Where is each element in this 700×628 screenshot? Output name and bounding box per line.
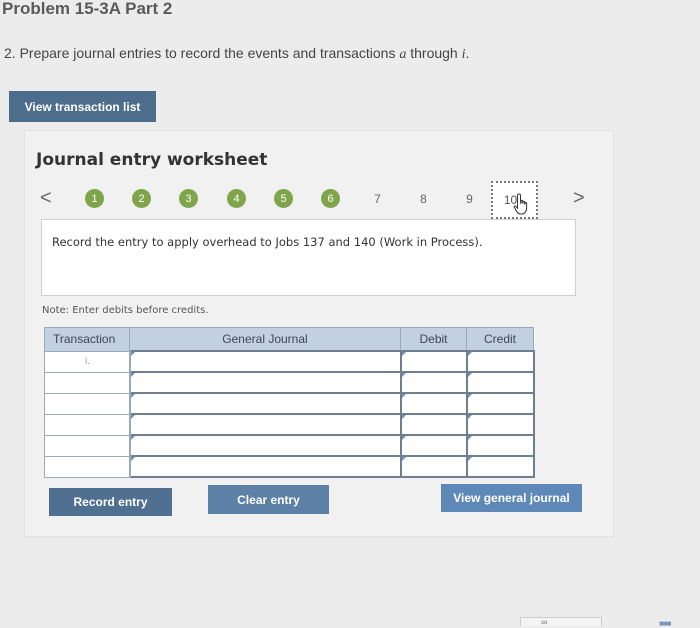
prev-arrow-icon[interactable]: <	[40, 188, 52, 208]
transaction-cell	[44, 371, 131, 394]
transaction-cell: i.	[44, 350, 131, 373]
instruction-prefix: 2. Prepare journal entries to record the…	[4, 45, 400, 61]
debit-input[interactable]	[399, 455, 468, 478]
credit-input[interactable]	[465, 413, 535, 436]
page-title: Problem 15-3A Part 2	[2, 0, 173, 18]
instruction-text: 2. Prepare journal entries to record the…	[4, 45, 469, 63]
worksheet-title: Journal entry worksheet	[36, 150, 268, 170]
step-4[interactable]: 4	[227, 189, 246, 208]
debit-input[interactable]	[399, 371, 468, 394]
step-5[interactable]: 5	[274, 189, 293, 208]
next-arrow-icon[interactable]: >	[573, 188, 585, 208]
transaction-cell	[44, 434, 131, 457]
step-1[interactable]: 1	[85, 189, 104, 208]
table-row	[44, 371, 535, 394]
debit-input[interactable]	[399, 434, 468, 457]
account-select[interactable]	[128, 392, 402, 415]
step-6[interactable]: 6	[321, 189, 340, 208]
account-select[interactable]	[128, 413, 402, 436]
table-row	[44, 413, 535, 436]
table-row	[44, 455, 535, 478]
table-row	[44, 392, 535, 415]
account-select[interactable]	[128, 434, 402, 457]
transaction-cell	[44, 392, 131, 415]
transaction-cell	[44, 455, 131, 478]
entry-description: Record the entry to apply overhead to Jo…	[52, 235, 483, 249]
debit-input[interactable]	[399, 413, 468, 436]
header-debit: Debit	[400, 327, 467, 352]
header-transaction: Transaction	[44, 327, 130, 352]
view-transaction-list-button[interactable]: View transaction list	[9, 91, 156, 122]
grid-icon[interactable]: ■■■	[659, 619, 671, 628]
debit-input[interactable]	[399, 350, 468, 373]
credit-input[interactable]	[465, 434, 535, 457]
step-7[interactable]: 7	[368, 189, 387, 208]
credit-input[interactable]	[465, 350, 535, 373]
account-select[interactable]	[128, 350, 402, 373]
header-general-journal: General Journal	[129, 327, 401, 352]
step-2[interactable]: 2	[132, 189, 151, 208]
journal-table: Transaction General Journal Debit Credit…	[44, 327, 535, 478]
transaction-cell	[44, 413, 131, 436]
view-general-journal-button[interactable]: View general journal	[441, 484, 582, 512]
credit-input[interactable]	[465, 455, 535, 478]
entry-note: Note: Enter debits before credits.	[42, 305, 209, 316]
instruction-suffix: .	[465, 45, 470, 61]
hand-pointer-icon	[513, 193, 528, 215]
journal-header-row: Transaction General Journal Debit Credit	[44, 327, 534, 352]
clear-entry-button[interactable]: Clear entry	[208, 485, 329, 514]
account-select[interactable]	[128, 371, 402, 394]
footer-bar	[520, 617, 602, 626]
credit-input[interactable]	[465, 371, 535, 394]
table-row: i.	[44, 350, 535, 373]
record-entry-button[interactable]: Record entry	[49, 488, 172, 516]
step-3[interactable]: 3	[179, 189, 198, 208]
debit-input[interactable]	[399, 392, 468, 415]
instruction-middle: through	[406, 45, 462, 61]
header-credit: Credit	[466, 327, 534, 352]
credit-input[interactable]	[465, 392, 535, 415]
table-row	[44, 434, 535, 457]
step-8[interactable]: 8	[414, 189, 433, 208]
account-select[interactable]	[128, 455, 402, 478]
step-9[interactable]: 9	[460, 189, 479, 208]
entry-description-box	[41, 219, 576, 296]
